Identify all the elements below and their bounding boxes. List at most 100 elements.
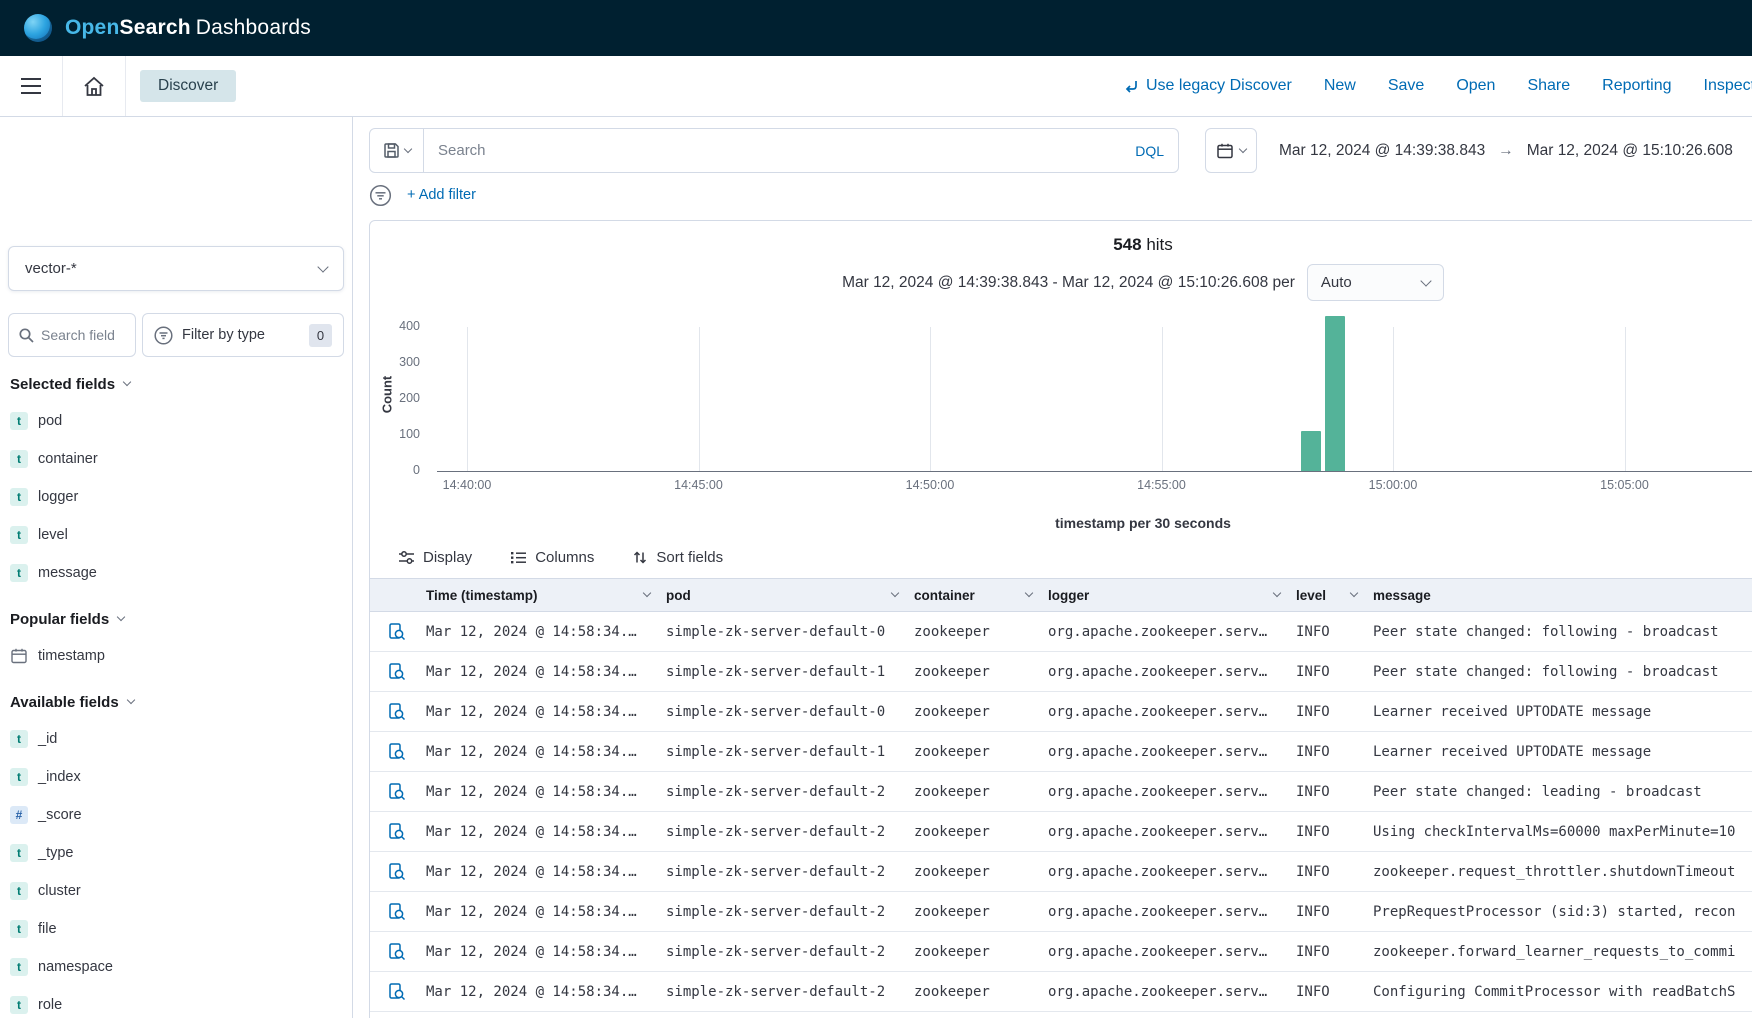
sidebar-field-cluster[interactable]: t cluster — [0, 872, 352, 910]
available-fields-heading[interactable]: Available fields — [10, 690, 342, 714]
reporting-link[interactable]: Reporting — [1602, 77, 1671, 95]
field-type-text-icon: t — [10, 882, 28, 900]
popular-fields-heading[interactable]: Popular fields — [10, 607, 342, 631]
cell-container: zookeeper — [914, 984, 1048, 1000]
breadcrumb-discover[interactable]: Discover — [140, 70, 236, 102]
hits-label: hits — [1146, 235, 1172, 254]
gridline — [699, 327, 700, 471]
x-axis-tick: 14:50:00 — [885, 478, 975, 492]
cell-pod: simple-zk-server-default-1 — [666, 664, 914, 680]
gridline — [1625, 327, 1626, 471]
cell-container: zookeeper — [914, 864, 1048, 880]
cell-container: zookeeper — [914, 784, 1048, 800]
columns-button[interactable]: Columns — [510, 549, 594, 566]
cell-level: INFO — [1296, 864, 1373, 880]
save-link[interactable]: Save — [1388, 77, 1424, 95]
filter-by-type-button[interactable]: Filter by type 0 — [142, 313, 344, 357]
column-header-pod[interactable]: pod — [666, 588, 914, 603]
x-axis-line — [437, 471, 1752, 472]
table-row: Mar 12, 2024 @ 14:58:34.… simple-zk-serv… — [370, 852, 1752, 892]
inspect-document-icon — [387, 822, 407, 842]
expand-document-button[interactable] — [386, 861, 408, 883]
chevron-down-icon — [891, 589, 899, 597]
sort-fields-button[interactable]: Sort fields — [632, 549, 723, 566]
selected-fields-heading[interactable]: Selected fields — [10, 372, 342, 396]
cell-message: Using checkIntervalMs=60000 maxPerMinute… — [1373, 824, 1752, 840]
use-legacy-discover-link[interactable]: Use legacy Discover — [1123, 77, 1292, 95]
inspect-document-icon — [387, 702, 407, 722]
results-table: Time (timestamp) pod container logger le… — [370, 578, 1752, 1012]
new-link[interactable]: New — [1324, 77, 1356, 95]
cell-logger: org.apache.zookeeper.serv… — [1048, 864, 1296, 880]
cell-time: Mar 12, 2024 @ 14:58:34.… — [426, 944, 666, 960]
display-button[interactable]: Display — [398, 549, 472, 566]
hits-count: 548 hits — [370, 235, 1752, 255]
cell-pod: simple-zk-server-default-2 — [666, 904, 914, 920]
query-language-button[interactable]: DQL — [1121, 143, 1178, 159]
expand-document-button[interactable] — [386, 741, 408, 763]
cell-container: zookeeper — [914, 824, 1048, 840]
sidebar-field-message[interactable]: t message — [0, 554, 352, 592]
sidebar-field-id[interactable]: t _id — [0, 720, 352, 758]
chevron-down-icon — [1025, 589, 1033, 597]
add-filter-button[interactable]: + Add filter — [407, 187, 476, 203]
query-input-group: DQL — [369, 128, 1179, 173]
field-name: message — [38, 565, 97, 581]
gridline — [930, 327, 931, 471]
field-search-row: Filter by type 0 — [8, 313, 344, 357]
share-link[interactable]: Share — [1527, 77, 1570, 95]
date-from[interactable]: Mar 12, 2024 @ 14:39:38.843 — [1279, 142, 1485, 160]
column-header-message[interactable]: message — [1373, 588, 1752, 603]
saved-query-button[interactable] — [370, 129, 424, 172]
chevron-down-icon — [117, 613, 125, 621]
datepicker-button[interactable] — [1205, 128, 1257, 173]
x-axis-tick: 15:00:00 — [1348, 478, 1438, 492]
sidebar-field-type[interactable]: t _type — [0, 834, 352, 872]
sidebar-field-role[interactable]: t role — [0, 986, 352, 1018]
inspect-link[interactable]: Inspect — [1704, 77, 1752, 95]
filter-circle-icon[interactable] — [369, 184, 392, 207]
inspect-document-icon — [387, 982, 407, 1002]
expand-document-button[interactable] — [386, 701, 408, 723]
interval-select[interactable]: Auto — [1307, 264, 1444, 301]
sidebar-field-level[interactable]: t level — [0, 516, 352, 554]
sidebar-field-score[interactable]: # _score — [0, 796, 352, 834]
calendar-icon — [10, 647, 28, 665]
open-link[interactable]: Open — [1456, 77, 1495, 95]
field-name: _type — [38, 845, 73, 861]
field-search-input[interactable] — [41, 327, 115, 343]
menu-button[interactable] — [0, 56, 63, 116]
sidebar-field-index[interactable]: t _index — [0, 758, 352, 796]
expand-document-button[interactable] — [386, 621, 408, 643]
cell-container: zookeeper — [914, 944, 1048, 960]
cell-level: INFO — [1296, 824, 1373, 840]
search-query-input[interactable] — [424, 142, 1121, 159]
histogram-bar[interactable] — [1325, 316, 1345, 471]
sidebar-field-timestamp[interactable]: timestamp — [0, 637, 352, 675]
expand-document-button[interactable] — [386, 901, 408, 923]
sidebar-field-file[interactable]: t file — [0, 910, 352, 948]
column-header-time[interactable]: Time (timestamp) — [426, 588, 666, 603]
histogram-bar[interactable] — [1301, 431, 1321, 471]
sidebar-field-pod[interactable]: t pod — [0, 402, 352, 440]
sidebar-field-logger[interactable]: t logger — [0, 478, 352, 516]
expand-document-button[interactable] — [386, 941, 408, 963]
expand-document-button[interactable] — [386, 661, 408, 683]
home-button[interactable] — [63, 56, 126, 116]
sidebar-field-container[interactable]: t container — [0, 440, 352, 478]
display-sliders-icon — [398, 549, 415, 566]
expand-document-button[interactable] — [386, 981, 408, 1003]
column-header-container[interactable]: container — [914, 588, 1048, 603]
field-type-text-icon: t — [10, 526, 28, 544]
chevron-down-icon — [1239, 144, 1247, 152]
index-pattern-select[interactable]: vector-* — [8, 246, 344, 291]
expand-document-button[interactable] — [386, 781, 408, 803]
sidebar-field-namespace[interactable]: t namespace — [0, 948, 352, 986]
cell-level: INFO — [1296, 664, 1373, 680]
field-type-text-icon: t — [10, 958, 28, 976]
expand-document-button[interactable] — [386, 821, 408, 843]
column-header-level[interactable]: level — [1296, 588, 1373, 603]
date-to[interactable]: Mar 12, 2024 @ 15:10:26.608 — [1527, 142, 1733, 160]
column-header-logger[interactable]: logger — [1048, 588, 1296, 603]
cell-message: PrepRequestProcessor (sid:3) started, re… — [1373, 904, 1752, 920]
